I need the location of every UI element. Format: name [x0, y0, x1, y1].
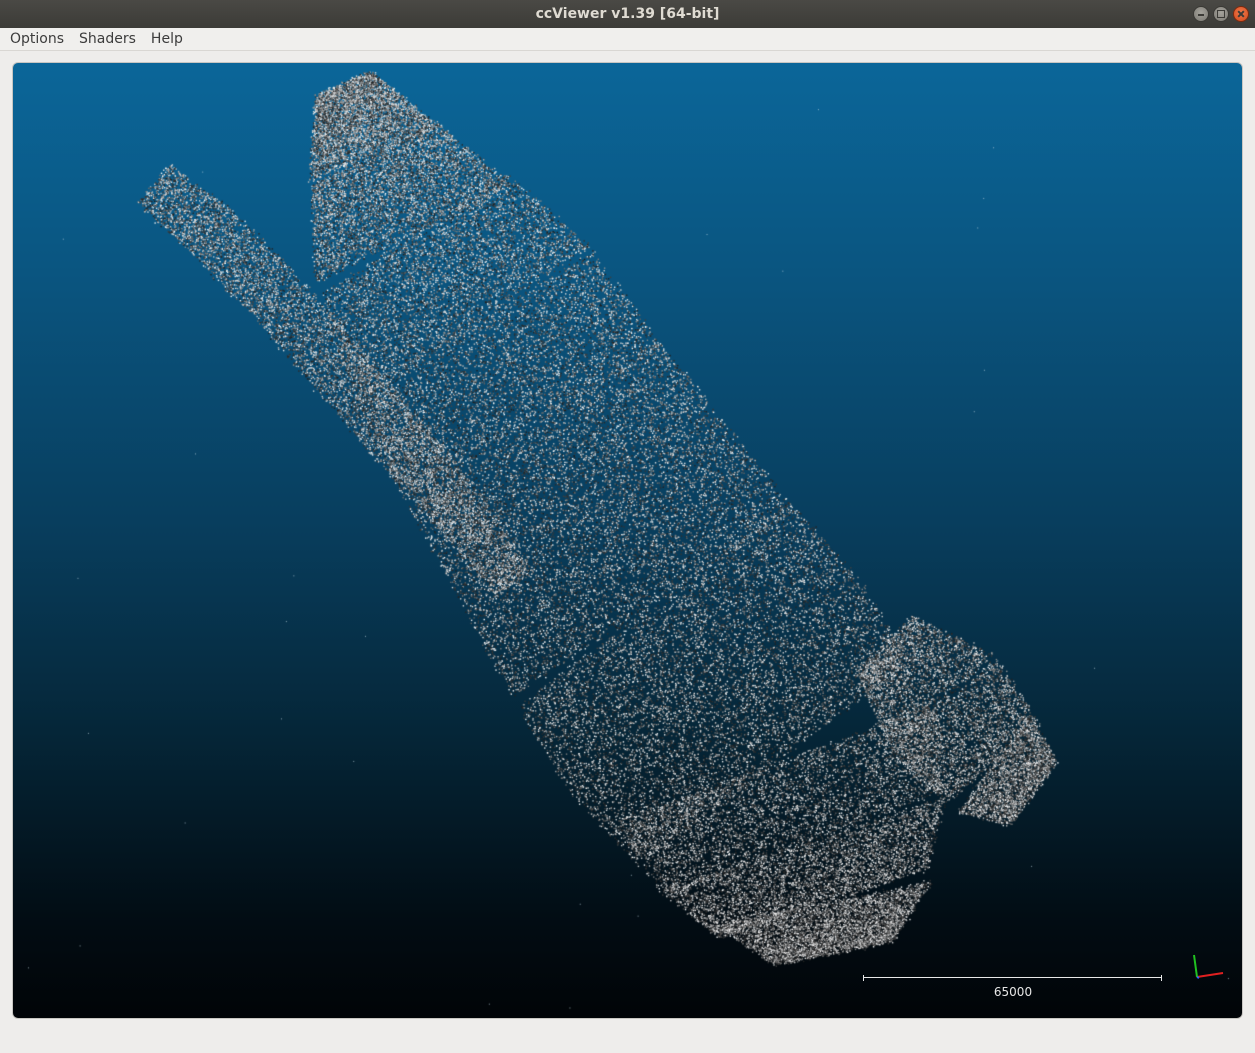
scale-bar	[863, 975, 1163, 981]
x-axis-line	[1196, 972, 1224, 978]
maximize-icon[interactable]	[1213, 6, 1229, 22]
menu-options[interactable]: Options	[0, 28, 71, 50]
scale-bar-label: 65000	[993, 985, 1033, 999]
3d-viewport[interactable]: 65000	[12, 62, 1243, 1019]
window-controls	[1193, 6, 1249, 22]
scale-bar-line	[863, 977, 1161, 978]
y-axis-line	[1193, 954, 1198, 978]
close-icon[interactable]	[1233, 6, 1249, 22]
scale-bar-tick-right	[1161, 975, 1162, 981]
axis-triad-icon	[1193, 954, 1224, 979]
ccviewer-window: ccViewer v1.39 [64-bit] Options Shaders …	[0, 0, 1255, 1053]
z-axis-line	[1196, 976, 1200, 979]
point-cloud[interactable]	[13, 63, 1242, 1018]
menu-shaders[interactable]: Shaders	[71, 28, 143, 50]
minimize-icon[interactable]	[1193, 6, 1209, 22]
scale-bar-tick-left	[863, 975, 864, 981]
menu-help[interactable]: Help	[143, 28, 190, 50]
window-title: ccViewer v1.39 [64-bit]	[535, 6, 720, 22]
title-bar[interactable]: ccViewer v1.39 [64-bit]	[0, 0, 1255, 29]
menu-bar: Options Shaders Help	[0, 28, 1255, 51]
